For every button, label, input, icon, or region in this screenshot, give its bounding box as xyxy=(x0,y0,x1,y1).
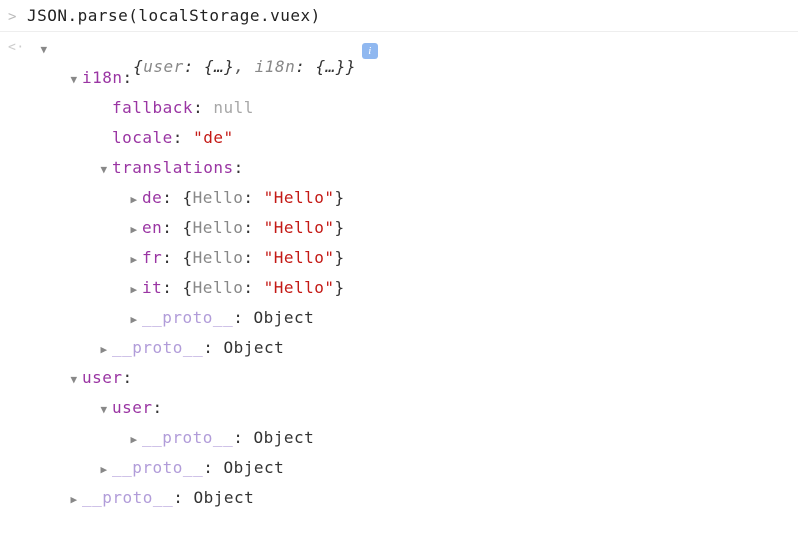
object-value: null xyxy=(213,98,254,117)
expand-icon[interactable] xyxy=(126,223,142,236)
object-value: Object xyxy=(223,458,284,477)
info-icon[interactable]: i xyxy=(362,43,378,59)
object-value: "de" xyxy=(193,128,234,147)
object-key: user xyxy=(112,398,153,417)
object-value: Object xyxy=(223,338,284,357)
object-key: user xyxy=(82,368,123,387)
object-key: __proto__ xyxy=(112,458,203,477)
tree-row-fr[interactable]: fr: {Hello: "Hello"} xyxy=(36,248,790,278)
tree-row-proto[interactable]: __proto__: Object xyxy=(36,338,790,368)
expand-icon[interactable] xyxy=(66,373,82,386)
object-key: en xyxy=(142,218,162,237)
object-key: __proto__ xyxy=(112,338,203,357)
expand-icon[interactable] xyxy=(126,433,142,446)
console-input-code[interactable]: JSON.parse(localStorage.vuex) xyxy=(27,6,321,25)
tree-row-it[interactable]: it: {Hello: "Hello"} xyxy=(36,278,790,308)
console-output: <· {user: {…}, i18n: {…}} i i18n: fallba… xyxy=(0,32,798,524)
object-key: fr xyxy=(142,248,162,267)
tree-row-proto[interactable]: __proto__: Object xyxy=(36,458,790,488)
object-tree: {user: {…}, i18n: {…}} i i18n: fallback:… xyxy=(36,38,790,518)
object-key: fallback xyxy=(112,98,193,117)
object-value: Object xyxy=(193,488,254,507)
object-key: locale xyxy=(112,128,173,147)
tree-row-proto[interactable]: __proto__: Object xyxy=(36,428,790,458)
tree-row-user[interactable]: user: xyxy=(36,368,790,398)
expand-icon[interactable] xyxy=(96,343,112,356)
tree-row-translations[interactable]: translations: xyxy=(36,158,790,188)
expand-icon[interactable] xyxy=(96,463,112,476)
object-key: __proto__ xyxy=(82,488,173,507)
expand-icon[interactable] xyxy=(126,253,142,266)
object-key: translations xyxy=(112,158,234,177)
input-prompt-icon: > xyxy=(8,9,17,25)
tree-row-de[interactable]: de: {Hello: "Hello"} xyxy=(36,188,790,218)
tree-row-en[interactable]: en: {Hello: "Hello"} xyxy=(36,218,790,248)
expand-icon[interactable] xyxy=(66,493,82,506)
output-prompt-icon: <· xyxy=(8,40,25,55)
object-key: __proto__ xyxy=(142,428,233,447)
expand-icon[interactable] xyxy=(126,313,142,326)
object-key: __proto__ xyxy=(142,308,233,327)
tree-row-proto[interactable]: __proto__: Object xyxy=(36,308,790,338)
object-key: i18n xyxy=(82,68,123,87)
expand-icon[interactable] xyxy=(96,403,112,416)
tree-row-user-inner[interactable]: user: xyxy=(36,398,790,428)
object-value: Object xyxy=(253,308,314,327)
expand-icon[interactable] xyxy=(36,43,52,56)
expand-icon[interactable] xyxy=(96,163,112,176)
object-key: de xyxy=(142,188,162,207)
tree-row-fallback[interactable]: fallback: null xyxy=(36,98,790,128)
expand-icon[interactable] xyxy=(126,193,142,206)
expand-icon[interactable] xyxy=(126,283,142,296)
object-key: it xyxy=(142,278,162,297)
tree-row-locale[interactable]: locale: "de" xyxy=(36,128,790,158)
expand-icon[interactable] xyxy=(66,73,82,86)
tree-root-summary[interactable]: {user: {…}, i18n: {…}} i xyxy=(36,38,790,68)
tree-row-proto[interactable]: __proto__: Object xyxy=(36,488,790,518)
object-value: Object xyxy=(253,428,314,447)
console-input-row: > JSON.parse(localStorage.vuex) xyxy=(0,0,798,32)
